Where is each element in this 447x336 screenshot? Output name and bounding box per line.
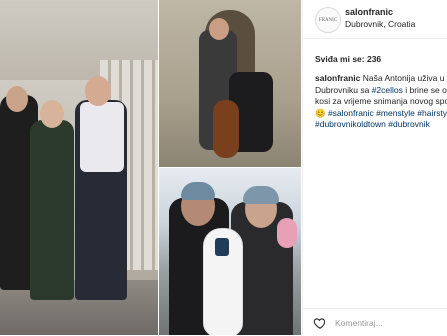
caption-text: kosi za vrijeme snimanja novog spo: [315, 96, 447, 107]
caption-line: kosi za vrijeme snimanja novog spo: [315, 96, 447, 108]
caption-line: #dubrovnikoldtown #dubrovnik: [315, 119, 447, 131]
heart-icon[interactable]: [313, 316, 327, 330]
woman-beanie: [243, 186, 279, 204]
person-right-head: [85, 76, 111, 106]
hashtag-link[interactable]: #dubrovnik: [388, 119, 430, 129]
post-sidebar: FRANIC salonfranic Dubrovnik, Croatia Sv…: [302, 0, 447, 335]
hashtag-link[interactable]: #salonfranic: [328, 108, 374, 118]
post-caption: salonfranic Naša Antonija uživa u Dubrovn…: [315, 73, 447, 131]
caption-text: i brine se o: [402, 84, 447, 95]
man-beanie: [181, 182, 215, 200]
comment-input[interactable]: Komentiraj...: [335, 318, 383, 328]
username-link[interactable]: salonfranic: [345, 7, 393, 17]
avatar-logo-text: FRANIC: [318, 17, 338, 23]
caption-text: Naša Antonija uživa u: [360, 73, 445, 83]
comment-bar: Komentiraj...: [303, 308, 447, 336]
hashtag-link[interactable]: #hairstyl: [417, 108, 447, 118]
person-right-shirt: [80, 102, 124, 172]
post-photo-main[interactable]: [0, 0, 158, 335]
location-link[interactable]: Dubrovnik, Croatia: [345, 19, 415, 29]
woman-standing-head: [209, 18, 229, 40]
cello: [213, 100, 239, 158]
caption-text: 😊: [315, 107, 328, 118]
post-header: FRANIC salonfranic Dubrovnik, Croatia: [303, 0, 447, 39]
caption-line: 😊 #salonfranic #menstyle #hairstyl: [315, 108, 447, 120]
caption-text: Dubrovniku sa: [315, 84, 372, 95]
likes-count[interactable]: Sviđa mi se: 236: [315, 54, 381, 64]
person-left-head: [6, 86, 28, 112]
hashtag-link[interactable]: #2cellos: [372, 85, 403, 95]
hashtag-link[interactable]: #menstyle: [376, 108, 415, 118]
hashtag-link[interactable]: #dubrovnikoldtown: [315, 119, 386, 129]
woman-scarf: [277, 218, 297, 248]
cello-case-logo: [215, 238, 229, 256]
person-middle: [30, 120, 74, 300]
person-middle-head: [40, 100, 64, 128]
avatar[interactable]: FRANIC: [315, 7, 341, 33]
post-photo-bottom-right[interactable]: [159, 168, 301, 335]
caption-line: salonfranic Naša Antonija uživa u: [315, 73, 447, 85]
post-photo-top-right[interactable]: [159, 0, 301, 167]
caption-username-link[interactable]: salonfranic: [315, 73, 360, 83]
caption-line: Dubrovniku sa #2cellos i brine se o: [315, 85, 447, 97]
